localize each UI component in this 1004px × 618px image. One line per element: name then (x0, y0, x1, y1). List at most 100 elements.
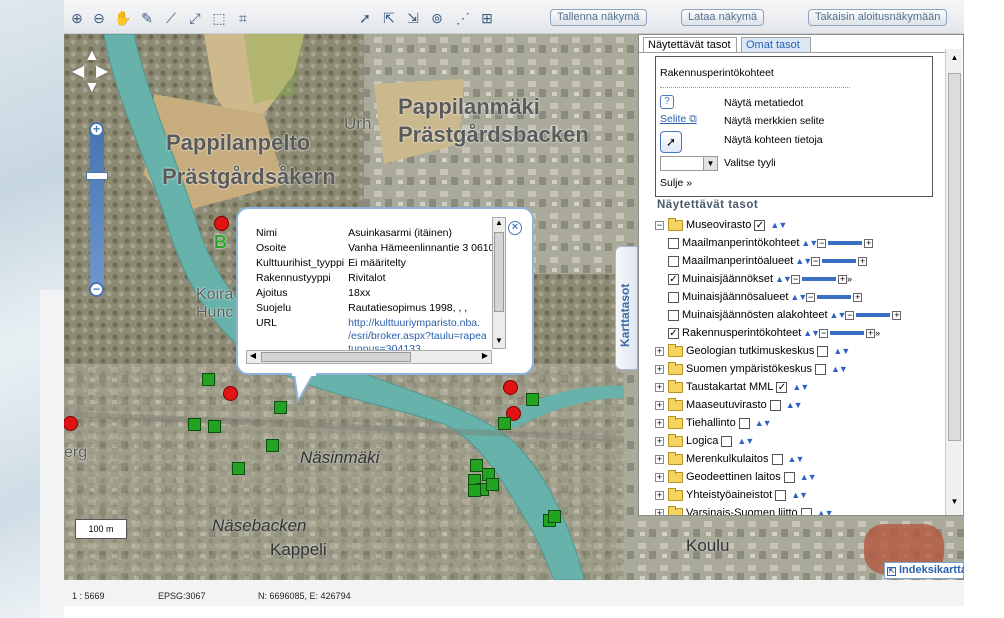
layer-group[interactable]: + Taustakartat MML ✓ ▲▼ (655, 379, 809, 395)
move-up-down-icon[interactable]: ▲▼ (801, 238, 818, 248)
expand-icon[interactable]: + (655, 436, 664, 446)
expand-icon[interactable]: + (655, 508, 664, 515)
archaeological-site-marker[interactable] (214, 216, 229, 231)
opacity-plus-icon[interactable]: + (864, 238, 874, 248)
layer-group[interactable]: + Varsinais-Suomen liitto ▲▼ (655, 505, 834, 515)
archaeological-site-marker[interactable] (503, 380, 518, 395)
layer-group[interactable]: + Merenkulkulaitos ▲▼ (655, 451, 804, 467)
move-up-down-icon[interactable]: ▲▼ (795, 256, 812, 266)
expand-icon[interactable]: + (655, 490, 664, 500)
layer-checkbox[interactable]: ✓ (776, 381, 788, 393)
show-feature-info-label[interactable]: Näytä kohteen tietoja (724, 134, 823, 146)
legend-link[interactable]: Selite ⧉ (660, 113, 697, 126)
select-nodes-icon[interactable]: ⋰ (454, 9, 472, 27)
more-icon[interactable]: » (875, 328, 880, 338)
layer-checkbox[interactable]: ✓ (668, 327, 679, 339)
layer-group[interactable]: + Tiehallinto ▲▼ (655, 415, 772, 431)
more-icon[interactable]: » (847, 274, 852, 284)
pan-right-icon[interactable]: ▶ (96, 64, 108, 80)
opacity-minus-icon[interactable]: − (819, 328, 829, 338)
select-line-icon[interactable]: ⇲ (404, 9, 422, 27)
layer-checkbox[interactable] (668, 291, 679, 303)
select-point-icon[interactable]: ⇱ (380, 9, 398, 27)
show-metadata-link[interactable]: Näytä metatiedot (724, 97, 803, 109)
layer-group[interactable]: + Geodeettinen laitos ▲▼ (655, 469, 817, 485)
expand-icon[interactable]: + (655, 346, 664, 356)
tab-visible-layers[interactable]: Näytettävät tasot (643, 37, 737, 53)
info-cursor-icon[interactable]: ➚ (356, 9, 374, 27)
layer-checkbox[interactable] (668, 309, 679, 321)
heritage-building-marker[interactable] (526, 393, 539, 406)
panel-scrollbar[interactable]: ▲ ▼ (945, 49, 962, 515)
opacity-slider[interactable] (817, 295, 852, 299)
layer-group[interactable]: + Suomen ympäristökeskus ▲▼ (655, 361, 848, 377)
identify-icon[interactable]: ✎ (138, 9, 156, 27)
layer-checkbox[interactable] (783, 471, 795, 483)
opacity-plus-icon[interactable]: + (892, 310, 902, 320)
layer-checkbox[interactable] (814, 363, 826, 375)
layer-checkbox[interactable] (721, 435, 733, 447)
info-cursor-icon[interactable]: ➚ (660, 131, 682, 153)
reset-view-button[interactable]: Takaisin aloitusnäkymään (808, 9, 948, 26)
expand-icon[interactable]: + (655, 472, 664, 482)
opacity-plus-icon[interactable]: + (837, 274, 847, 284)
heritage-building-marker[interactable] (266, 439, 279, 452)
opacity-minus-icon[interactable]: − (845, 310, 855, 320)
move-up-down-icon[interactable]: ▲▼ (775, 274, 792, 284)
heritage-building-marker[interactable] (498, 417, 511, 430)
collapse-icon[interactable]: − (655, 220, 664, 230)
scroll-thumb[interactable] (948, 73, 961, 441)
scroll-right-icon[interactable]: ▶ (479, 351, 491, 363)
tab-own-layers[interactable]: Omat tasot (741, 37, 811, 53)
help-icon[interactable]: ? (660, 95, 674, 109)
opacity-minus-icon[interactable]: − (790, 274, 800, 284)
url-link[interactable]: http://kulttuuriymparisto.nba./esri/brok… (348, 317, 492, 351)
layer-item[interactable]: Maailmanperintökohteet ▲▼ − + (665, 235, 874, 251)
move-up-down-icon[interactable]: ▲▼ (737, 436, 754, 446)
move-up-down-icon[interactable]: ▲▼ (755, 418, 772, 428)
heritage-building-marker[interactable] (468, 484, 481, 497)
layer-checkbox[interactable] (769, 399, 781, 411)
url-line[interactable]: http://kulttuuriymparisto.nba. (348, 317, 480, 329)
layer-checkbox[interactable] (775, 489, 787, 501)
scroll-thumb[interactable] (261, 352, 411, 362)
layer-group[interactable]: + Maaseutuvirasto ▲▼ (655, 397, 803, 413)
expand-icon[interactable]: + (655, 454, 664, 464)
opacity-plus-icon[interactable]: + (853, 292, 863, 302)
legend-link-label[interactable]: Selite (660, 113, 686, 125)
zoom-in-button[interactable]: + (89, 122, 104, 137)
map-layers-tab[interactable]: Karttatasot (615, 246, 637, 370)
scroll-up-icon[interactable]: ▲ (948, 53, 961, 67)
show-legend-label[interactable]: Näytä merkkien selite (724, 115, 824, 127)
select-network-icon[interactable]: ⊞ (478, 9, 496, 27)
layer-item[interactable]: Muinaisjäännösten alakohteet ▲▼ − + (665, 307, 902, 323)
opacity-minus-icon[interactable]: − (806, 292, 816, 302)
heritage-building-marker[interactable] (208, 420, 221, 433)
pan-up-icon[interactable]: ▲ (84, 48, 100, 64)
layer-item[interactable]: Muinaisjäännösalueet ▲▼ − + (665, 289, 863, 305)
move-up-down-icon[interactable]: ▲▼ (790, 292, 807, 302)
move-up-down-icon[interactable]: ▲▼ (830, 310, 847, 320)
index-map-button[interactable]: ⇱ Indeksikartta (884, 562, 964, 579)
scroll-down-icon[interactable]: ▼ (948, 497, 961, 511)
opacity-slider[interactable] (828, 241, 863, 245)
url-line[interactable]: /esri/broker.aspx?taulu=rapea (348, 330, 487, 342)
expand-icon[interactable]: + (655, 400, 664, 410)
opacity-slider[interactable] (801, 277, 836, 281)
opacity-slider[interactable] (822, 259, 857, 263)
layer-checkbox[interactable] (668, 255, 679, 267)
scroll-up-icon[interactable]: ▲ (493, 218, 505, 230)
archaeological-site-marker[interactable] (223, 386, 238, 401)
layer-group[interactable]: + Yhteistyöaineistot ▲▼ (655, 487, 808, 503)
heritage-building-marker[interactable] (548, 510, 561, 523)
move-up-down-icon[interactable]: ▲▼ (800, 472, 817, 482)
grid-icon[interactable]: ⌗ (234, 9, 252, 27)
popup-vertical-scrollbar[interactable]: ▲ ▼ (492, 217, 506, 349)
layer-group[interactable]: + Geologian tutkimuskeskus ▲▼ (655, 343, 850, 359)
pan-left-icon[interactable]: ◀ (72, 64, 84, 80)
load-view-button[interactable]: Lataa näkymä (681, 9, 765, 26)
expand-icon[interactable]: + (655, 418, 664, 428)
heritage-building-marker[interactable] (202, 373, 215, 386)
layer-checkbox[interactable] (800, 507, 812, 515)
move-up-down-icon[interactable]: ▲▼ (833, 346, 850, 356)
